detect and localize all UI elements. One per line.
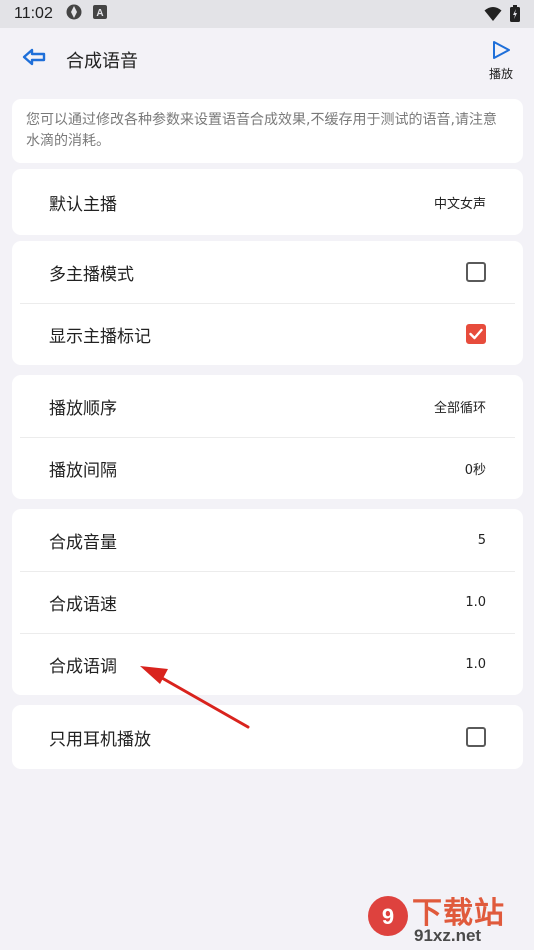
watermark-domain: 91xz.net (414, 926, 482, 945)
annotation-arrow (140, 666, 250, 729)
svg-text:9: 9 (382, 904, 394, 929)
watermark: 9 下载站 91xz.net (366, 886, 526, 950)
